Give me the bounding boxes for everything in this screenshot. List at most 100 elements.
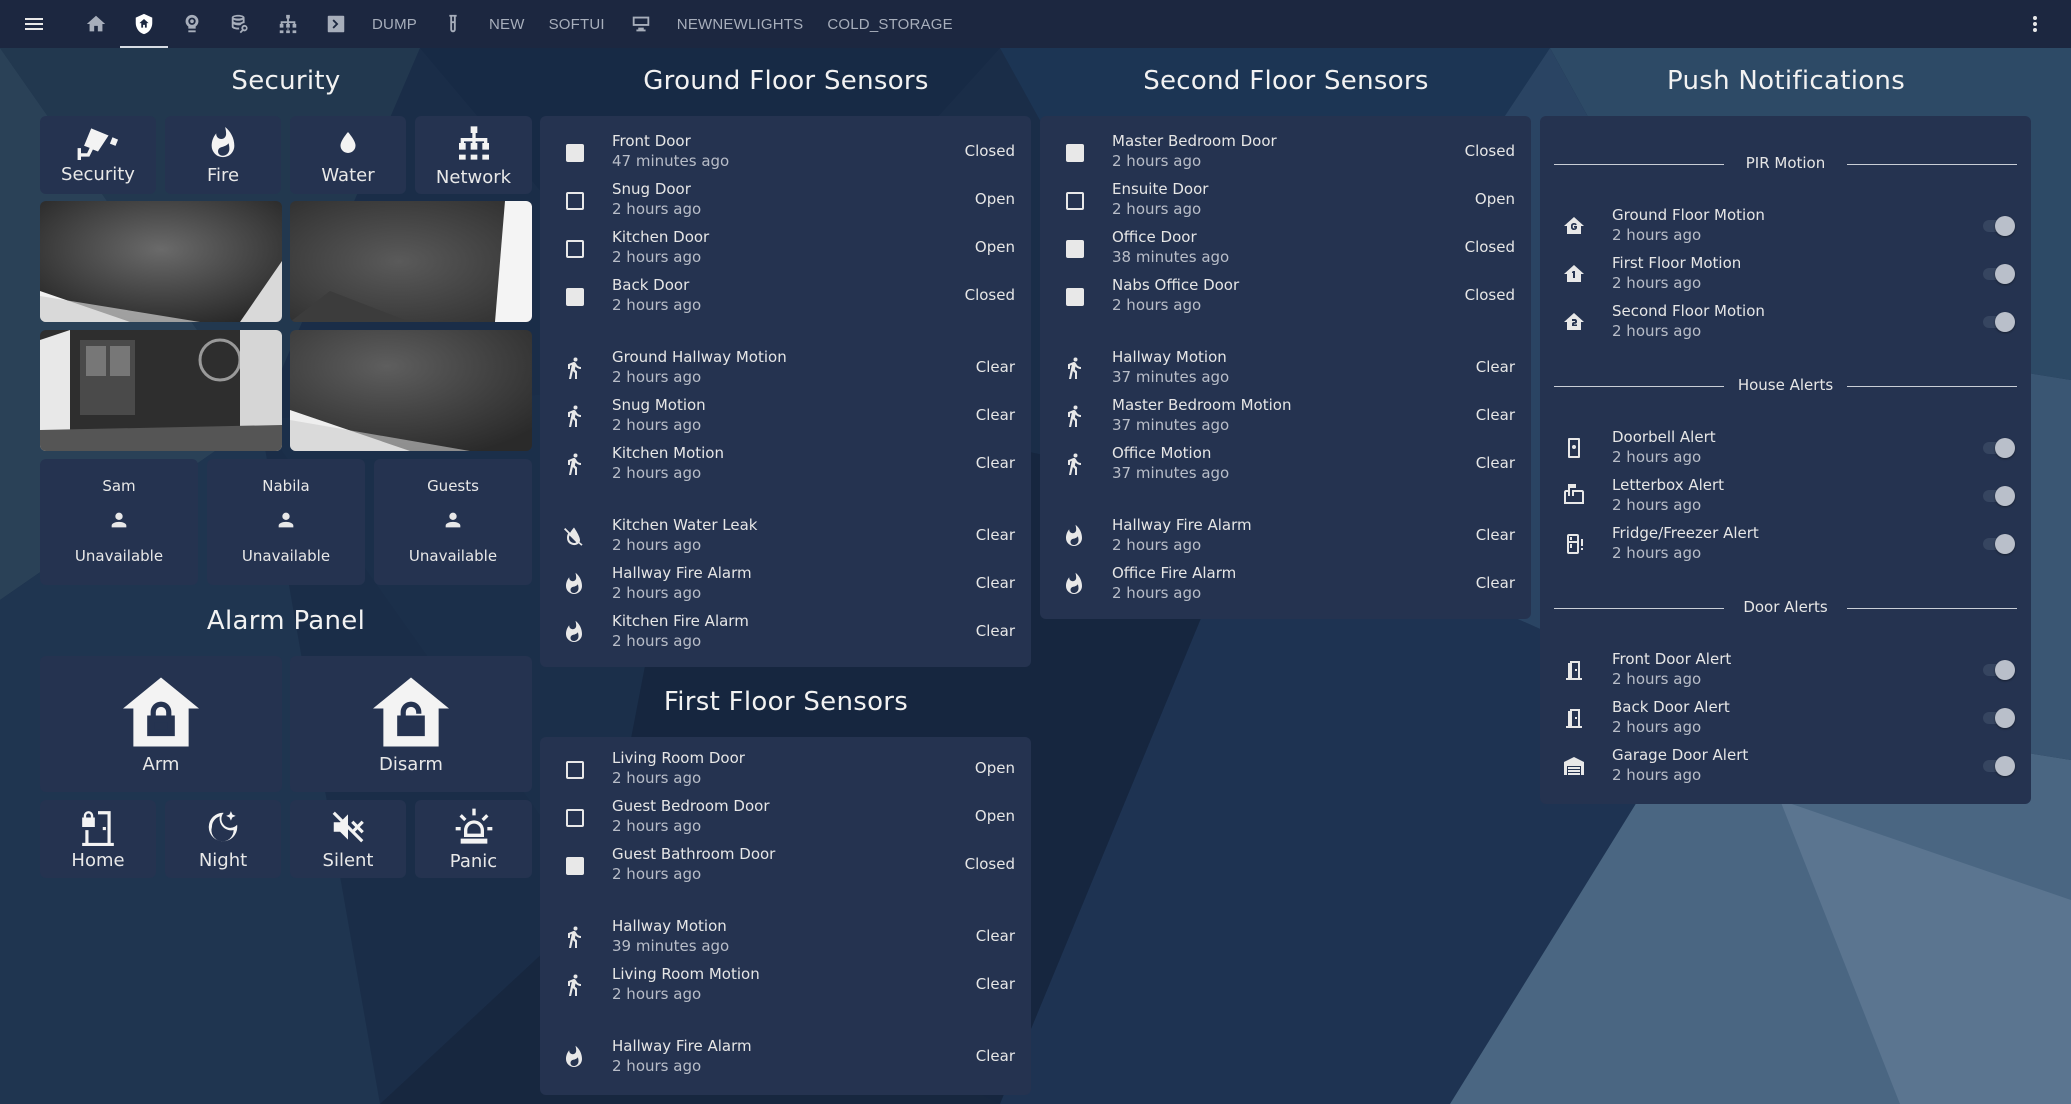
person-card-nabila[interactable]: Nabila Unavailable xyxy=(207,459,365,585)
sensor-row[interactable]: Living Room Door 2 hours ago Open xyxy=(540,745,1031,793)
door-open-icon xyxy=(566,192,584,210)
more-options-icon[interactable] xyxy=(2023,12,2047,36)
tab-cold-storage[interactable]: COLD_STORAGE xyxy=(815,0,965,48)
sensor-row[interactable]: Ensuite Door 2 hours ago Open xyxy=(1040,176,1531,224)
alarm-home-button[interactable]: Home xyxy=(40,800,156,878)
sensor-row[interactable]: Master Bedroom Door 2 hours ago Closed xyxy=(1040,128,1531,176)
notification-toggle[interactable] xyxy=(1979,534,2015,554)
notification-row: Second Floor Motion 2 hours ago xyxy=(1540,298,2031,346)
notification-last-changed: 2 hours ago xyxy=(1612,496,1702,514)
tab-newnewlights[interactable]: NEWNEWLIGHTS xyxy=(665,0,816,48)
sensor-state: Clear xyxy=(975,975,1015,993)
sensor-row[interactable]: Nabs Office Door 2 hours ago Closed xyxy=(1040,272,1531,320)
tab-dump[interactable]: DUMP xyxy=(360,0,429,48)
notification-toggle[interactable] xyxy=(1979,264,2015,284)
sensor-name: Snug Door xyxy=(612,180,691,198)
tab-new[interactable]: NEW xyxy=(477,0,537,48)
tab-home[interactable] xyxy=(72,0,120,48)
sensor-row[interactable]: Office Fire Alarm 2 hours ago Clear xyxy=(1040,560,1531,608)
sensor-last-changed: 2 hours ago xyxy=(1112,152,1202,170)
tab-softui-label: SOFTUI xyxy=(548,15,605,33)
tab-search-database[interactable] xyxy=(216,0,264,48)
section-heading: PIR Motion xyxy=(1745,154,1826,172)
door-closed-icon xyxy=(1066,144,1084,162)
house-lock-icon xyxy=(123,676,199,747)
sensor-row[interactable]: Kitchen Door 2 hours ago Open xyxy=(540,224,1031,272)
notification-last-changed: 2 hours ago xyxy=(1612,274,1702,292)
sensor-row[interactable]: Guest Bedroom Door 2 hours ago Open xyxy=(540,793,1031,841)
tab-softui[interactable]: SOFTUI xyxy=(537,0,617,48)
sensor-row[interactable]: Office Door 38 minutes ago Closed xyxy=(1040,224,1531,272)
alarm-disarm-button[interactable]: Disarm xyxy=(290,656,532,792)
tile-label: Arm xyxy=(142,753,180,775)
door-icon xyxy=(1566,661,1582,680)
tab-cold-storage-label: COLD_STORAGE xyxy=(827,15,953,33)
notification-toggle[interactable] xyxy=(1979,312,2015,332)
security-tile-network[interactable]: Network xyxy=(415,116,532,194)
camera-feed-4[interactable] xyxy=(290,330,532,451)
sensor-row[interactable]: Snug Door 2 hours ago Open xyxy=(540,176,1031,224)
network-icon xyxy=(279,14,297,34)
alarm-panel-title: Alarm Panel xyxy=(206,606,366,636)
camera-feed-3[interactable] xyxy=(40,330,282,451)
notification-toggle[interactable] xyxy=(1979,660,2015,680)
notification-toggle[interactable] xyxy=(1979,438,2015,458)
first-floor-title: First Floor Sensors xyxy=(663,687,909,717)
home-icon xyxy=(86,15,106,32)
sensor-last-changed: 2 hours ago xyxy=(612,584,702,602)
sensor-row[interactable]: Office Motion 37 minutes ago Clear xyxy=(1040,440,1531,488)
alarm-silent-button[interactable]: Silent xyxy=(290,800,406,878)
sensor-row[interactable]: Hallway Fire Alarm 2 hours ago Clear xyxy=(1040,512,1531,560)
hamburger-menu-icon[interactable] xyxy=(22,12,46,36)
camera-image xyxy=(40,330,282,451)
home-floor-1-icon xyxy=(1564,265,1584,282)
view-tabs: DUMP NEW SOFTUI NEWNEWLIGHTS COLD_STORAG… xyxy=(72,0,965,48)
person-card-guests[interactable]: Guests Unavailable xyxy=(374,459,532,585)
camera-feed-1[interactable] xyxy=(40,201,282,322)
notification-toggle[interactable] xyxy=(1979,756,2015,776)
sensor-name: Snug Motion xyxy=(612,396,706,414)
search-database-icon xyxy=(231,14,248,34)
sensor-last-changed: 2 hours ago xyxy=(612,769,702,787)
tab-security[interactable] xyxy=(120,0,168,48)
sensor-row[interactable]: Front Door 47 minutes ago Closed xyxy=(540,128,1031,176)
sensor-row[interactable]: Living Room Motion 2 hours ago Clear xyxy=(540,961,1031,1009)
notification-toggle[interactable] xyxy=(1979,708,2015,728)
sensor-row[interactable]: Hallway Fire Alarm 2 hours ago Clear xyxy=(540,1033,1031,1081)
sensor-row[interactable]: Ground Hallway Motion 2 hours ago Clear xyxy=(540,344,1031,392)
notification-last-changed: 2 hours ago xyxy=(1612,226,1702,244)
security-tile-security[interactable]: Security xyxy=(40,116,156,194)
tab-test[interactable] xyxy=(429,0,477,48)
notification-row: Garage Door Alert 2 hours ago xyxy=(1540,742,2031,790)
sensor-state: Clear xyxy=(975,406,1015,424)
alarm-night-button[interactable]: Night xyxy=(165,800,281,878)
tab-monitor[interactable] xyxy=(617,0,665,48)
sensor-row[interactable]: Snug Motion 2 hours ago Clear xyxy=(540,392,1031,440)
tab-cctv[interactable] xyxy=(168,0,216,48)
sensor-row[interactable]: Hallway Motion 37 minutes ago Clear xyxy=(1040,344,1531,392)
alarm-arm-button[interactable]: Arm xyxy=(40,656,282,792)
walk-icon xyxy=(568,974,581,996)
sensor-row[interactable]: Kitchen Fire Alarm 2 hours ago Clear xyxy=(540,608,1031,656)
sensor-row[interactable]: Guest Bathroom Door 2 hours ago Closed xyxy=(540,841,1031,889)
notification-name: Second Floor Motion xyxy=(1612,302,1765,320)
security-tile-water[interactable]: Water xyxy=(290,116,406,194)
sensor-row[interactable]: Kitchen Water Leak 2 hours ago Clear xyxy=(540,512,1031,560)
alarm-panic-button[interactable]: Panic xyxy=(415,800,532,878)
sensor-state: Clear xyxy=(975,454,1015,472)
sensor-row[interactable]: Kitchen Motion 2 hours ago Clear xyxy=(540,440,1031,488)
tab-chevron[interactable] xyxy=(312,0,360,48)
notification-toggle[interactable] xyxy=(1979,486,2015,506)
camera-feed-2[interactable] xyxy=(290,201,532,322)
sensor-row[interactable]: Master Bedroom Motion 37 minutes ago Clear xyxy=(1040,392,1531,440)
sensor-row[interactable]: Hallway Motion 39 minutes ago Clear xyxy=(540,913,1031,961)
tab-network[interactable] xyxy=(264,0,312,48)
sensor-name: Guest Bathroom Door xyxy=(612,845,776,863)
section-divider: House Alerts xyxy=(1554,376,2017,396)
sensor-row[interactable]: Back Door 2 hours ago Closed xyxy=(540,272,1031,320)
notification-toggle[interactable] xyxy=(1979,216,2015,236)
section-heading: Door Alerts xyxy=(1743,598,1828,616)
sensor-row[interactable]: Hallway Fire Alarm 2 hours ago Clear xyxy=(540,560,1031,608)
person-card-sam[interactable]: Sam Unavailable xyxy=(40,459,198,585)
security-tile-fire[interactable]: Fire xyxy=(165,116,281,194)
